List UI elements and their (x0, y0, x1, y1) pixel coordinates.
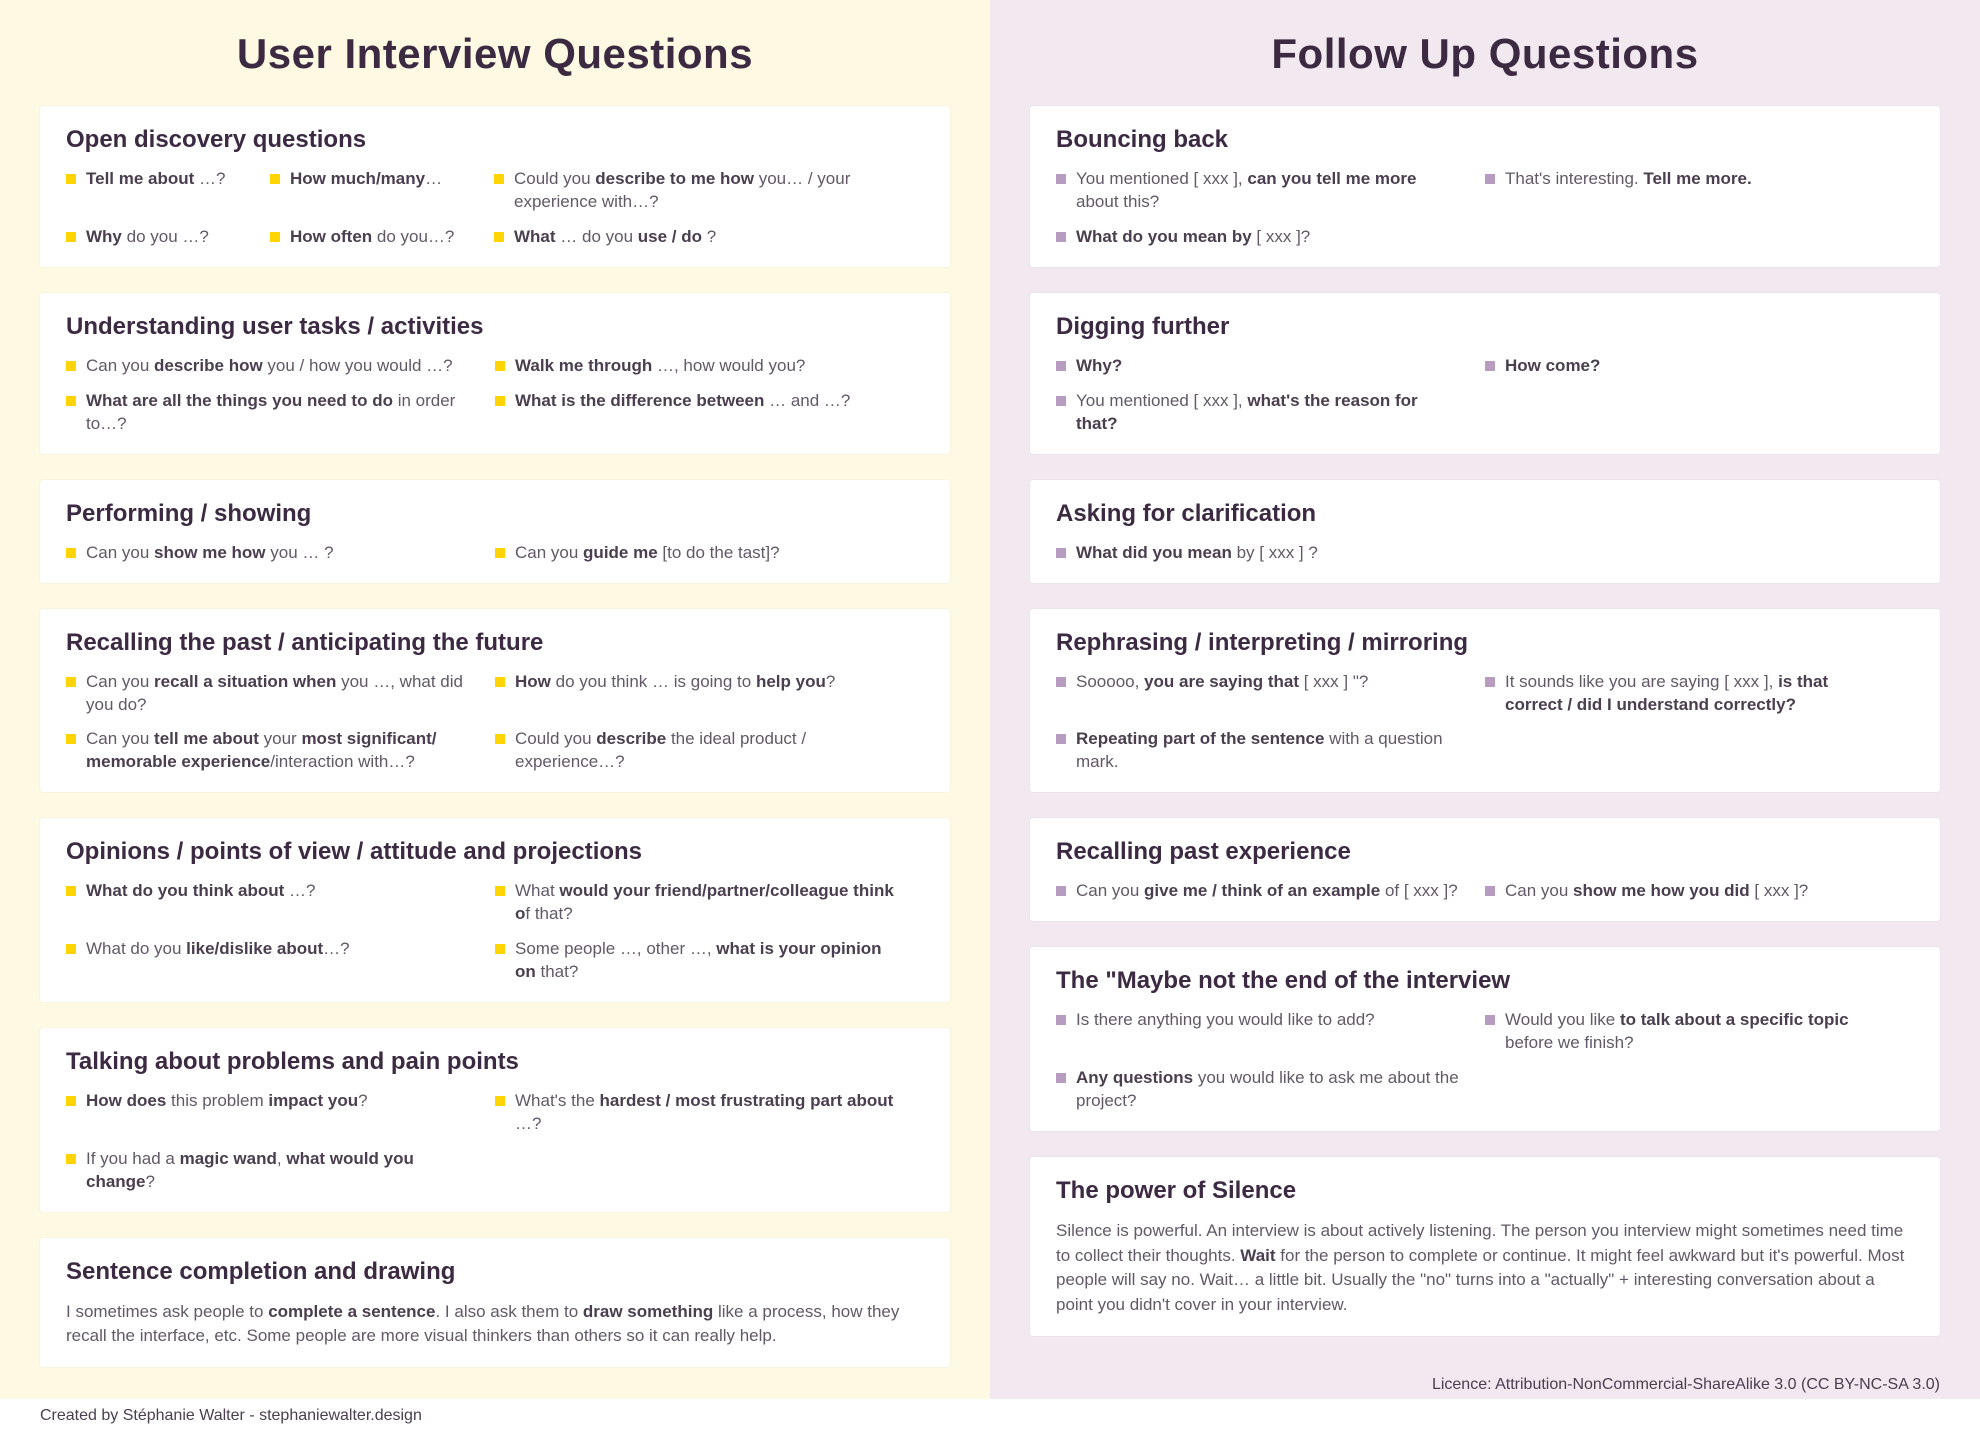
list-item: What did you mean by [ xxx ] ? (1056, 542, 1914, 565)
list-item: Why? (1056, 355, 1461, 378)
list-item: What do you like/dislike about…? (66, 938, 471, 984)
list-item: Sooooo, you are saying that [ xxx ] "? (1056, 671, 1461, 717)
right-title-text: Follow Up Questions (1271, 30, 1698, 77)
list-item: It sounds like you are saying [ xxx ], i… (1485, 671, 1890, 717)
question-list: You mentioned [ xxx ], can you tell me m… (1056, 168, 1914, 249)
question-list: Can you recall a situation when you …, w… (66, 671, 924, 775)
card-heading: Bouncing back (1056, 126, 1914, 154)
list-item: You mentioned [ xxx ], can you tell me m… (1056, 168, 1461, 214)
card-paragraph: I sometimes ask people to complete a sen… (66, 1300, 924, 1349)
list-item: What's the hardest / most frustrating pa… (495, 1090, 900, 1136)
question-list: How does this problem impact you? What's … (66, 1090, 924, 1194)
list-item: Repeating part of the sentence with a qu… (1056, 728, 1461, 774)
card-heading: Recalling past experience (1056, 838, 1914, 866)
card-heading: Recalling the past / anticipating the fu… (66, 629, 924, 657)
card: The "Maybe not the end of the interview I… (1030, 947, 1940, 1131)
card-heading: Sentence completion and drawing (66, 1258, 924, 1286)
list-item: Walk me through …, how would you? (495, 355, 900, 378)
card-heading: Digging further (1056, 313, 1914, 341)
list-item: Can you show me how you … ? (66, 542, 471, 565)
card: Open discovery questions Tell me about …?… (40, 106, 950, 267)
list-item: Could you describe the ideal product / e… (495, 728, 900, 774)
card: The power of Silence Silence is powerful.… (1030, 1157, 1940, 1336)
card: Performing / showing Can you show me how … (40, 480, 950, 583)
card-heading: Understanding user tasks / activities (66, 313, 924, 341)
footer-left: Created by Stéphanie Walter - stephaniew… (40, 1393, 950, 1435)
list-item: How often do you…? (270, 226, 470, 249)
right-title: Follow Up Questions (1271, 30, 1698, 78)
list-item: What would your friend/partner/colleague… (495, 880, 900, 926)
list-item: How does this problem impact you? (66, 1090, 471, 1136)
list-item: That's interesting. Tell me more. (1485, 168, 1890, 214)
list-item: Can you give me / think of an example of… (1056, 880, 1461, 903)
list-item: What is the difference between … and …? (495, 390, 900, 436)
list-item: Would you like to talk about a specific … (1485, 1009, 1890, 1055)
list-item: Why do you …? (66, 226, 246, 249)
card-heading: Talking about problems and pain points (66, 1048, 924, 1076)
list-item: What do you mean by [ xxx ]? (1056, 226, 1461, 249)
question-list: Tell me about …? How much/many… Could you … (66, 168, 924, 249)
card-heading: Performing / showing (66, 500, 924, 528)
list-item: Can you describe how you / how you would… (66, 355, 471, 378)
footer-right: Licence: Attribution-NonCommercial-Share… (1030, 1362, 1940, 1404)
card: Understanding user tasks / activities Can… (40, 293, 950, 454)
list-item: Can you tell me about your most signific… (66, 728, 471, 774)
question-list: Is there anything you would like to add?… (1056, 1009, 1914, 1113)
list-item: Is there anything you would like to add? (1056, 1009, 1461, 1055)
list-item: Could you describe to me how you… / your… (494, 168, 924, 214)
card-heading: The power of Silence (1056, 1177, 1914, 1205)
question-list: What did you mean by [ xxx ] ? (1056, 542, 1914, 565)
list-item: You mentioned [ xxx ], what's the reason… (1056, 390, 1461, 436)
right-column: Follow Up Questions Bouncing back You men… (990, 0, 1980, 1399)
card-paragraph: Silence is powerful. An interview is abo… (1056, 1219, 1914, 1318)
card-heading: Opinions / points of view / attitude and… (66, 838, 924, 866)
card-heading: Open discovery questions (66, 126, 924, 154)
list-item: What do you think about …? (66, 880, 471, 926)
list-item: Any questions you would like to ask me a… (1056, 1067, 1461, 1113)
left-title: User Interview Questions (237, 30, 753, 78)
right-cards: Bouncing back You mentioned [ xxx ], can … (1030, 106, 1940, 1362)
question-list: Can you describe how you / how you would… (66, 355, 924, 436)
list-item: Can you recall a situation when you …, w… (66, 671, 471, 717)
card: Recalling past experience Can you give me… (1030, 818, 1940, 921)
card: Sentence completion and drawing I sometim… (40, 1238, 950, 1367)
card: Recalling the past / anticipating the fu… (40, 609, 950, 793)
left-column: User Interview Questions Open discovery … (0, 0, 990, 1399)
list-item: Some people …, other …, what is your opi… (495, 938, 900, 984)
card: Rephrasing / interpreting / mirroring Soo… (1030, 609, 1940, 793)
list-item: What … do you use / do ? (494, 226, 924, 249)
question-list: What do you think about …? What would you… (66, 880, 924, 984)
card-heading: Rephrasing / interpreting / mirroring (1056, 629, 1914, 657)
list-item: Can you guide me [to do the tast]? (495, 542, 900, 565)
left-title-text: User Interview Questions (237, 30, 753, 77)
question-list: Can you give me / think of an example of… (1056, 880, 1914, 903)
card: Talking about problems and pain points Ho… (40, 1028, 950, 1212)
question-list: Can you show me how you … ? Can you guide… (66, 542, 924, 565)
question-list: Sooooo, you are saying that [ xxx ] "? It… (1056, 671, 1914, 775)
card: Opinions / points of view / attitude and… (40, 818, 950, 1002)
left-cards: Open discovery questions Tell me about …?… (40, 106, 950, 1393)
list-item: What are all the things you need to do i… (66, 390, 471, 436)
card: Digging further Why? How come? You mentione… (1030, 293, 1940, 454)
card: Asking for clarification What did you mea… (1030, 480, 1940, 583)
list-item: How much/many… (270, 168, 470, 214)
list-item: How do you think … is going to help you? (495, 671, 900, 717)
card-heading: The "Maybe not the end of the interview (1056, 967, 1914, 995)
list-item: If you had a magic wand, what would you … (66, 1148, 471, 1194)
card: Bouncing back You mentioned [ xxx ], can … (1030, 106, 1940, 267)
list-item: Tell me about …? (66, 168, 246, 214)
list-item: Can you show me how you did [ xxx ]? (1485, 880, 1890, 903)
card-heading: Asking for clarification (1056, 500, 1914, 528)
list-item: How come? (1485, 355, 1890, 378)
question-list: Why? How come? You mentioned [ xxx ], what… (1056, 355, 1914, 436)
